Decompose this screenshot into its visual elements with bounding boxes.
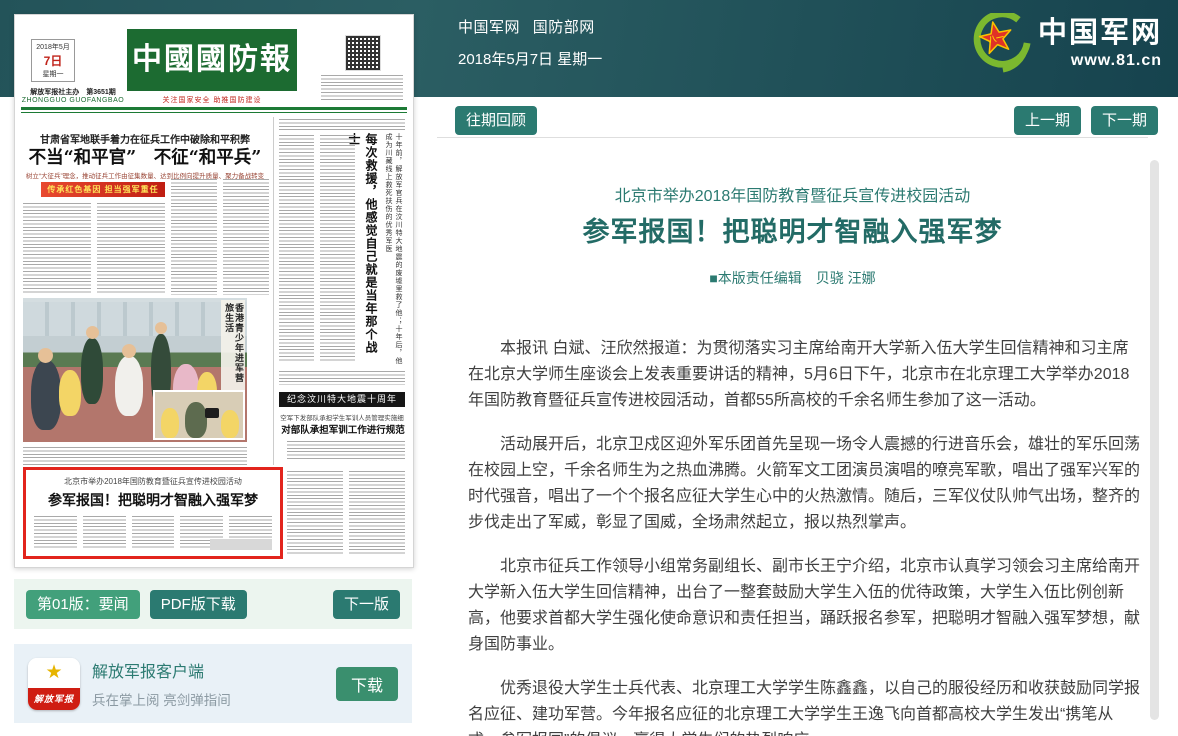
site-logo[interactable]: 八一 中国军网 www.81.cn [970, 13, 1162, 75]
prev-issue-button[interactable]: 上一期 [1014, 106, 1081, 135]
np-box-subtitle: 北京市举办2018年国防教育暨征兵宣传进校园活动 [26, 476, 280, 487]
next-issue-button[interactable]: 下一期 [1091, 106, 1158, 135]
fake-text-column [83, 516, 126, 550]
app-icon-emblem: ★ [28, 658, 80, 688]
np-publisher-line: 解放军报社主办 第3651期 [17, 87, 129, 97]
np-right-columns [279, 135, 355, 363]
logo-emblem-icon: 八一 [970, 13, 1032, 75]
article-paragraph: 优秀退役大学生士兵代表、北京理工大学学生陈鑫鑫，以自己的服役经历和收获鼓励同学报… [468, 676, 1140, 736]
star-icon: ★ [45, 663, 62, 682]
app-title: 解放军报客户端 [92, 658, 324, 682]
app-download-button[interactable]: 下载 [336, 667, 398, 701]
article-paragraph: 北京市征兵工作领导小组常务副组长、副市长王宁介绍，北京市认真学习领会习主席给南开… [468, 554, 1140, 658]
article-paragraph: 本报讯 白斌、汪欣然报道：为贯彻落实习主席给南开大学新入伍大学生回信精神和习主席… [468, 336, 1140, 414]
photo-figure-head [155, 322, 167, 334]
article-subtitle: 北京市举办2018年国防教育暨征兵宣传进校园活动 [437, 182, 1148, 206]
fake-text-column [132, 516, 175, 550]
photo-figure [185, 402, 207, 438]
app-text: 解放军报客户端 兵在掌上阅 亮剑弹指间 [92, 658, 324, 709]
fake-text-block [279, 119, 405, 131]
page: 中国军网 国防部网 2018年5月7日 星期一 八一 中国军网 www.81.c… [0, 0, 1178, 736]
link-ministry-of-defense[interactable]: 国防部网 [533, 19, 595, 36]
photo-figure [81, 338, 103, 404]
app-subtitle: 兵在掌上阅 亮剑弹指间 [92, 689, 324, 709]
np-text-columns-left [23, 203, 165, 295]
np-red-banner: 传承红色基因 担当强军重任 [41, 182, 165, 197]
fake-text-column [349, 471, 405, 555]
fake-text-block [287, 441, 405, 461]
logo-url: www.81.cn [1038, 52, 1162, 70]
np-date-weekday: 星期一 [32, 69, 74, 79]
np-date-day: 7日 [32, 52, 74, 69]
newspaper-front-page-preview[interactable]: 2018年5月 7日 星期一 解放军报社主办 第3651期 ZHONGGUO G… [14, 14, 414, 568]
fake-text-column [279, 135, 314, 363]
np-box-headline: 参军报国！把聪明才智融入强军梦 [26, 490, 280, 510]
fake-text-column [223, 179, 269, 295]
issue-navigation: 上一期 下一期 [1014, 106, 1158, 135]
next-page-button[interactable]: 下一版 [333, 590, 400, 619]
np-right-columns-bottom [287, 471, 405, 555]
np-vertical-lead: 十年前，解放军官兵在汶川特大地震的废墟里救了他；十年后，他成为川藏线上救死扶伤的… [383, 133, 403, 365]
np-date-box: 2018年5月 7日 星期一 [31, 39, 75, 82]
photo-figure [115, 356, 143, 416]
np-highlighted-article[interactable]: 北京市举办2018年国防教育暨征兵宣传进校园活动 参军报国！把聪明才智融入强军梦 [23, 467, 283, 559]
fake-text-column [287, 471, 343, 555]
link-china-military[interactable]: 中国军网 [458, 19, 520, 36]
np-photo-caption-lines [23, 447, 247, 465]
photo-figure [161, 408, 179, 438]
np-green-rule [21, 107, 407, 113]
np-qr-code [345, 35, 381, 71]
fake-text-column [34, 516, 77, 550]
photo-building [23, 302, 247, 336]
app-icon-label: 解放军报 [28, 688, 80, 710]
photo-figure-head [86, 326, 99, 339]
header-left: 中国军网 国防部网 2018年5月7日 星期一 [458, 16, 603, 69]
article-title: 参军报国！把聪明才智融入强军梦 [437, 210, 1148, 249]
header-links: 中国军网 国防部网 [458, 16, 603, 37]
fake-text-column [171, 179, 217, 295]
fake-text-column [23, 203, 91, 295]
np-memorial-bar: 纪念汶川特大地震十周年 [279, 392, 405, 407]
photo-figure-head [38, 348, 53, 363]
np-contact-lines [321, 75, 403, 101]
scrollbar-thumb[interactable] [1150, 160, 1159, 720]
header-date: 2018年5月7日 星期一 [458, 48, 603, 69]
past-issues-button[interactable]: 往期回顾 [455, 106, 537, 135]
np-inset-photo [153, 390, 245, 440]
logo-text: 中国军网 www.81.cn [1038, 18, 1162, 70]
np-photo: 香港青少年进军营 体验军旅生活 [23, 298, 247, 442]
np-main-headline: 不当“和平官” 不征“和平兵” [17, 144, 273, 169]
app-promo: ★ 解放军报 解放军报客户端 兵在掌上阅 亮剑弹指间 下载 [14, 644, 412, 723]
article-body: 本报讯 白斌、汪欣然报道：为贯彻落实习主席给南开大学新入伍大学生回信精神和习主席… [468, 336, 1140, 736]
np-column-divider [273, 117, 274, 465]
np-date-month: 2018年5月 [32, 42, 74, 52]
logo-title: 中国军网 [1038, 18, 1162, 50]
photo-figure-head [122, 344, 136, 358]
fake-text-column [97, 203, 165, 295]
pdf-download-button[interactable]: PDF版下载 [150, 590, 247, 619]
edition-toolbar: 第01版：要闻 PDF版下载 下一版 [14, 579, 412, 629]
np-pinyin-line: ZHONGGUO GUOFANGBAO [17, 97, 129, 104]
np-small-headline: 对部队承担军训工作进行规范 [281, 422, 405, 436]
photo-figure [221, 410, 239, 438]
np-box-editor-box [210, 539, 272, 550]
np-slogan: 关注国家安全 助推国防建设 [127, 95, 297, 105]
photo-figure [59, 370, 81, 416]
photo-camera [205, 408, 219, 418]
fake-text-block [279, 371, 405, 385]
article-editor-line: ■本版责任编辑 贝骁 汪娜 [437, 268, 1148, 288]
article-paragraph: 活动展开后，北京卫戍区迎外军乐团首先呈现一场令人震撼的行进音乐会，雄壮的军乐回荡… [468, 432, 1140, 536]
photo-figure [31, 360, 61, 430]
app-icon: ★ 解放军报 [28, 658, 80, 710]
fake-text-column [320, 135, 355, 363]
np-text-columns-mid [171, 179, 269, 295]
np-masthead: 中國國防報 [127, 29, 297, 91]
edition-button[interactable]: 第01版：要闻 [26, 590, 140, 619]
article-divider [437, 137, 1148, 138]
